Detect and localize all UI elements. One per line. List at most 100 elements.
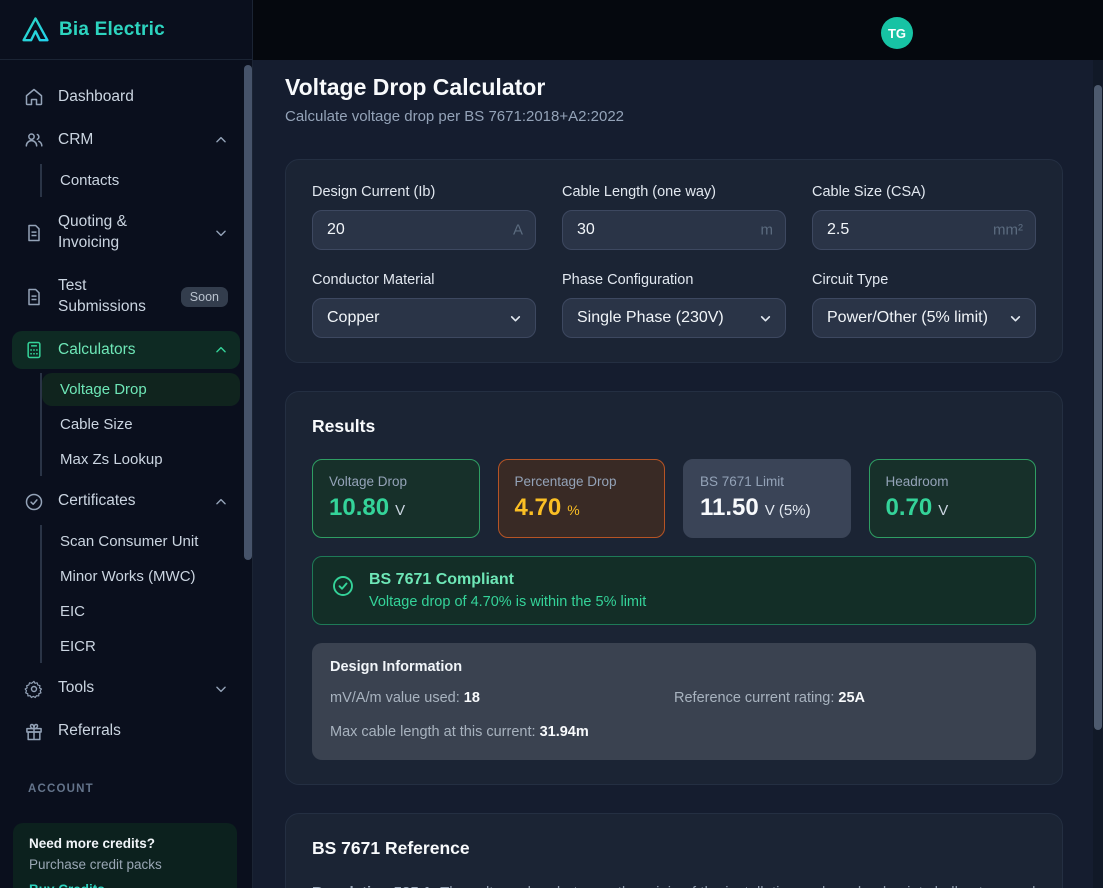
main-content: Voltage Drop Calculator Calculate voltag…	[253, 60, 1103, 888]
bs7671-limit-tile: BS 7671 Limit 11.50 V (5%)	[683, 459, 851, 538]
sidebar-item-dashboard[interactable]: Dashboard	[12, 78, 240, 117]
field-label: Phase Configuration	[562, 272, 786, 288]
main-scrollbar-thumb[interactable]	[1094, 85, 1102, 730]
sidebar-item-calculators[interactable]: Calculators	[12, 331, 240, 370]
design-information: Design Information mV/A/m value used: 18…	[312, 643, 1036, 760]
sidebar-item-cable-size[interactable]: Cable Size	[42, 408, 240, 441]
check-badge-icon	[24, 492, 44, 512]
design-current-input[interactable]	[312, 210, 536, 250]
page-title: Voltage Drop Calculator	[285, 74, 1063, 101]
chevron-up-icon	[214, 343, 228, 357]
sidebar-item-referrals[interactable]: Referrals	[12, 712, 240, 751]
headroom-tile: Headroom 0.70 V	[869, 459, 1037, 538]
sidebar-item-tools[interactable]: Tools	[12, 669, 240, 708]
sidebar-item-voltage-drop[interactable]: Voltage Drop	[42, 373, 240, 406]
account-section-label: ACCOUNT	[28, 783, 240, 795]
tile-label: Percentage Drop	[515, 474, 649, 489]
check-circle-icon	[331, 574, 355, 603]
tile-label: BS 7671 Limit	[700, 474, 834, 489]
document-icon	[24, 223, 44, 243]
credits-title: Need more credits?	[29, 836, 221, 851]
cable-length-input[interactable]	[562, 210, 786, 250]
field-design-current: Design Current (Ib) A	[312, 184, 536, 250]
results-card: Results Voltage Drop 10.80 V Percentage …	[285, 391, 1063, 785]
bs7671-reference-card: BS 7671 Reference Regulation 525.1: The …	[285, 813, 1063, 888]
calculators-subgroup: Voltage Drop Cable Size Max Zs Lookup	[40, 373, 240, 476]
sidebar-item-label: EIC	[60, 603, 85, 620]
tile-value: 11.50	[700, 494, 759, 522]
crm-subgroup: Contacts	[40, 164, 240, 197]
sidebar-item-contacts[interactable]: Contacts	[42, 164, 240, 197]
sidebar-item-label: CRM	[58, 130, 93, 151]
top-header: TG	[253, 0, 1103, 60]
result-tiles: Voltage Drop 10.80 V Percentage Drop 4.7…	[312, 459, 1036, 538]
document-icon	[24, 287, 44, 307]
sidebar-item-certificates[interactable]: Certificates	[12, 482, 240, 521]
tile-unit: V	[395, 502, 405, 519]
sidebar-item-test-submissions[interactable]: Test Submissions Soon	[12, 267, 240, 327]
design-info-row: Reference current rating: 25A	[674, 690, 1018, 706]
sidebar-item-label: Scan Consumer Unit	[60, 533, 198, 550]
tile-label: Voltage Drop	[329, 474, 463, 489]
cable-size-input[interactable]	[812, 210, 1036, 250]
sidebar-item-quoting-invoicing[interactable]: Quoting & Invoicing	[12, 203, 240, 263]
sidebar-item-label: Tools	[58, 678, 94, 699]
sidebar-item-crm[interactable]: CRM	[12, 121, 240, 160]
sidebar-scrollbar[interactable]	[244, 65, 252, 560]
brand-header: Bia Electric	[0, 0, 252, 60]
users-icon	[24, 130, 44, 150]
tile-unit: V	[938, 502, 948, 519]
sidebar-item-label: EICR	[60, 638, 96, 655]
calculator-icon	[24, 340, 44, 360]
voltage-drop-tile: Voltage Drop 10.80 V	[312, 459, 480, 538]
regulation-label: Regulation 525.1:	[312, 884, 436, 888]
buy-credits-link[interactable]: Buy Credits	[29, 882, 221, 888]
sidebar-item-label: Max Zs Lookup	[60, 451, 163, 468]
sidebar-nav: Dashboard CRM Contacts Quoting & Invoici…	[0, 60, 252, 795]
tile-label: Headroom	[886, 474, 1020, 489]
compliance-title: BS 7671 Compliant	[369, 571, 646, 589]
sidebar-item-max-zs-lookup[interactable]: Max Zs Lookup	[42, 443, 240, 476]
tile-unit: V (5%)	[765, 502, 811, 519]
sidebar-item-label: Contacts	[60, 172, 119, 189]
sidebar-item-label: Calculators	[58, 340, 136, 361]
sidebar-item-scan-consumer-unit[interactable]: Scan Consumer Unit	[42, 525, 240, 558]
user-avatar[interactable]: TG	[881, 17, 913, 49]
sidebar-item-label: Voltage Drop	[60, 381, 147, 398]
field-conductor-material: Conductor Material Copper	[312, 272, 536, 338]
chevron-down-icon	[214, 226, 228, 240]
conductor-material-select[interactable]: Copper	[312, 298, 536, 338]
phase-configuration-select[interactable]: Single Phase (230V)	[562, 298, 786, 338]
brand-name: Bia Electric	[59, 19, 165, 41]
selected-value: Copper	[327, 309, 379, 327]
tile-value: 10.80	[329, 494, 389, 522]
field-cable-length: Cable Length (one way) m	[562, 184, 786, 250]
selected-value: Power/Other (5% limit)	[827, 309, 988, 327]
chevron-up-icon	[214, 133, 228, 147]
chevron-down-icon	[1009, 312, 1022, 325]
chevron-down-icon	[759, 312, 772, 325]
field-label: Conductor Material	[312, 272, 536, 288]
field-cable-size: Cable Size (CSA) mm²	[812, 184, 1036, 250]
sidebar-item-label: Quoting & Invoicing	[58, 212, 170, 254]
home-icon	[24, 87, 44, 107]
credits-subtitle: Purchase credit packs	[29, 857, 221, 872]
design-info-row: mV/A/m value used: 18	[330, 690, 674, 706]
design-info-heading: Design Information	[330, 659, 1018, 675]
sidebar-item-eic[interactable]: EIC	[42, 595, 240, 628]
compliance-message: Voltage drop of 4.70% is within the 5% l…	[369, 594, 646, 610]
credits-box: Need more credits? Purchase credit packs…	[13, 823, 237, 888]
brand-logo-icon	[22, 16, 49, 43]
tile-value: 0.70	[886, 494, 933, 522]
soon-badge: Soon	[181, 287, 228, 307]
field-label: Circuit Type	[812, 272, 1036, 288]
field-label: Design Current (Ib)	[312, 184, 536, 200]
field-label: Cable Size (CSA)	[812, 184, 1036, 200]
chevron-down-icon	[509, 312, 522, 325]
field-phase-configuration: Phase Configuration Single Phase (230V)	[562, 272, 786, 338]
sidebar-item-label: Minor Works (MWC)	[60, 568, 196, 585]
sidebar-item-label: Referrals	[58, 721, 121, 742]
sidebar-item-eicr[interactable]: EICR	[42, 630, 240, 663]
circuit-type-select[interactable]: Power/Other (5% limit)	[812, 298, 1036, 338]
sidebar-item-minor-works[interactable]: Minor Works (MWC)	[42, 560, 240, 593]
